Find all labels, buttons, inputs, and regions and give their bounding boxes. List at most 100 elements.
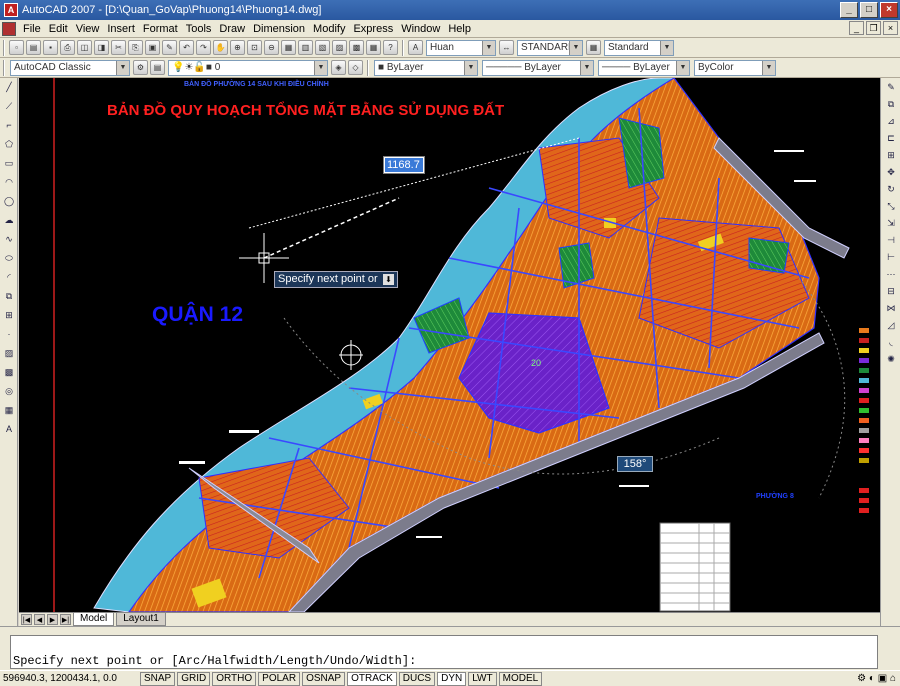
snap-toggle[interactable]: SNAP [140,671,176,686]
maximize-button[interactable]: □ [860,2,878,18]
doc-minimize-button[interactable]: _ [849,21,864,35]
menu-format[interactable]: Format [139,23,182,35]
sheet-set-icon[interactable]: ▨ [332,40,347,55]
menu-express[interactable]: Express [349,23,397,35]
paste-icon[interactable]: ▣ [145,40,160,55]
offset-icon[interactable]: ⊏ [884,131,898,145]
zoom-previous-icon[interactable]: ⊖ [264,40,279,55]
erase-icon[interactable]: ✎ [884,80,898,94]
next-tab-icon[interactable]: ▶ [47,614,58,625]
table-style-select[interactable]: Standard ▼ [604,39,674,56]
make-block-icon[interactable]: ⊞ [2,308,16,322]
last-tab-icon[interactable]: ▶| [60,614,71,625]
join-icon[interactable]: ⋈ [884,301,898,315]
properties-icon[interactable]: ▦ [281,40,296,55]
workspace-select[interactable]: AutoCAD Classic ▼ [10,59,130,76]
text-style-select[interactable]: Huan ▼ [426,39,496,56]
design-center-icon[interactable]: ▥ [298,40,313,55]
text-style-icon[interactable]: A [408,40,423,55]
markup-icon[interactable]: ▩ [349,40,364,55]
plot-preview-icon[interactable]: ◫ [77,40,92,55]
undo-icon[interactable]: ↶ [179,40,194,55]
line-icon[interactable]: ╱ [2,80,16,94]
insert-block-icon[interactable]: ⧉ [2,289,16,303]
first-tab-icon[interactable]: |◀ [21,614,32,625]
make-object-layer-current-icon[interactable]: ◈ [331,60,346,75]
point-icon[interactable]: · [2,327,16,341]
menu-view[interactable]: View [72,23,104,35]
dimension-length-input[interactable]: 1168.7 [383,156,425,174]
doc-restore-button[interactable]: ❐ [866,21,881,35]
extend-icon[interactable]: ⊢ [884,250,898,264]
prev-tab-icon[interactable]: ◀ [34,614,45,625]
arc-icon[interactable]: ◠ [2,175,16,189]
region-icon[interactable]: ◎ [2,384,16,398]
menu-modify[interactable]: Modify [309,23,349,35]
ellipse-arc-icon[interactable]: ◜ [2,270,16,284]
zoom-window-icon[interactable]: ⊡ [247,40,262,55]
table-style-icon[interactable]: ▦ [586,40,601,55]
grid-toggle[interactable]: GRID [177,671,211,686]
scale-icon[interactable]: ⤡ [884,199,898,213]
menu-draw[interactable]: Draw [215,23,249,35]
mirror-icon[interactable]: ⊿ [884,114,898,128]
calculator-icon[interactable]: ▦ [366,40,381,55]
explode-icon[interactable]: ✺ [884,352,898,366]
chamfer-icon[interactable]: ◿ [884,318,898,332]
dynamic-input-prompt[interactable]: Specify next point or ⬇ [274,271,398,288]
ducs-toggle[interactable]: DUCS [398,671,436,686]
gradient-icon[interactable]: ▩ [2,365,16,379]
layer-manager-icon[interactable]: ▤ [150,60,165,75]
new-icon[interactable]: ▫ [9,40,24,55]
copy-object-icon[interactable]: ⧉ [884,97,898,111]
rectangle-icon[interactable]: ▭ [2,156,16,170]
open-icon[interactable]: ▤ [26,40,41,55]
trim-icon[interactable]: ⊣ [884,233,898,247]
pan-icon[interactable]: ✋ [213,40,228,55]
document-icon[interactable] [2,21,16,36]
construction-line-icon[interactable]: ⟋ [2,99,16,113]
ellipse-icon[interactable]: ⬭ [2,251,16,265]
options-arrow-icon[interactable]: ⬇ [383,274,394,285]
polyline-icon[interactable]: ⌐ [2,118,16,132]
tray-icons[interactable]: ⚙ ◐ ▣ ⌂ [857,673,896,684]
workspace-settings-icon[interactable]: ⚙ [133,60,148,75]
close-button[interactable]: × [880,2,898,18]
help-icon[interactable]: ? [383,40,398,55]
redo-icon[interactable]: ↷ [196,40,211,55]
menu-insert[interactable]: Insert [103,23,139,35]
tool-palettes-icon[interactable]: ▧ [315,40,330,55]
layer-previous-icon[interactable]: ◇ [348,60,363,75]
dyn-toggle[interactable]: DYN [437,671,467,686]
menu-file[interactable]: File [19,23,45,35]
cut-icon[interactable]: ✂ [111,40,126,55]
copy-icon[interactable]: ⎘ [128,40,143,55]
menu-edit[interactable]: Edit [45,23,72,35]
stretch-icon[interactable]: ⇲ [884,216,898,230]
layer-select[interactable]: 💡☀🔓■ 0 ▼ [168,59,328,76]
move-icon[interactable]: ✥ [884,165,898,179]
doc-close-button[interactable]: × [883,21,898,35]
lwt-toggle[interactable]: LWT [468,671,497,686]
break-at-point-icon[interactable]: ⋯ [884,267,898,281]
break-icon[interactable]: ⊟ [884,284,898,298]
revision-cloud-icon[interactable]: ☁ [2,213,16,227]
hatch-icon[interactable]: ▨ [2,346,16,360]
spline-icon[interactable]: ∿ [2,232,16,246]
zoom-realtime-icon[interactable]: ⊕ [230,40,245,55]
command-line[interactable]: Specify next point or [Arc/Halfwidth/Len… [10,635,878,669]
table-icon[interactable]: ▦ [2,403,16,417]
circle-icon[interactable]: ◯ [2,194,16,208]
polar-toggle[interactable]: POLAR [258,671,301,686]
menu-help[interactable]: Help [444,23,475,35]
publish-icon[interactable]: ◨ [94,40,109,55]
polygon-icon[interactable]: ⬠ [2,137,16,151]
model-toggle[interactable]: MODEL [498,671,543,686]
match-properties-icon[interactable]: ✎ [162,40,177,55]
tab-layout1[interactable]: Layout1 [116,613,166,626]
plotstyle-select[interactable]: ByColor ▼ [694,59,776,76]
color-select[interactable]: ■ ByLayer ▼ [374,59,478,76]
dim-style-icon[interactable]: ↔ [499,40,514,55]
lineweight-select[interactable]: ──── ByLayer ▼ [598,59,690,76]
menu-tools[interactable]: Tools [182,23,216,35]
